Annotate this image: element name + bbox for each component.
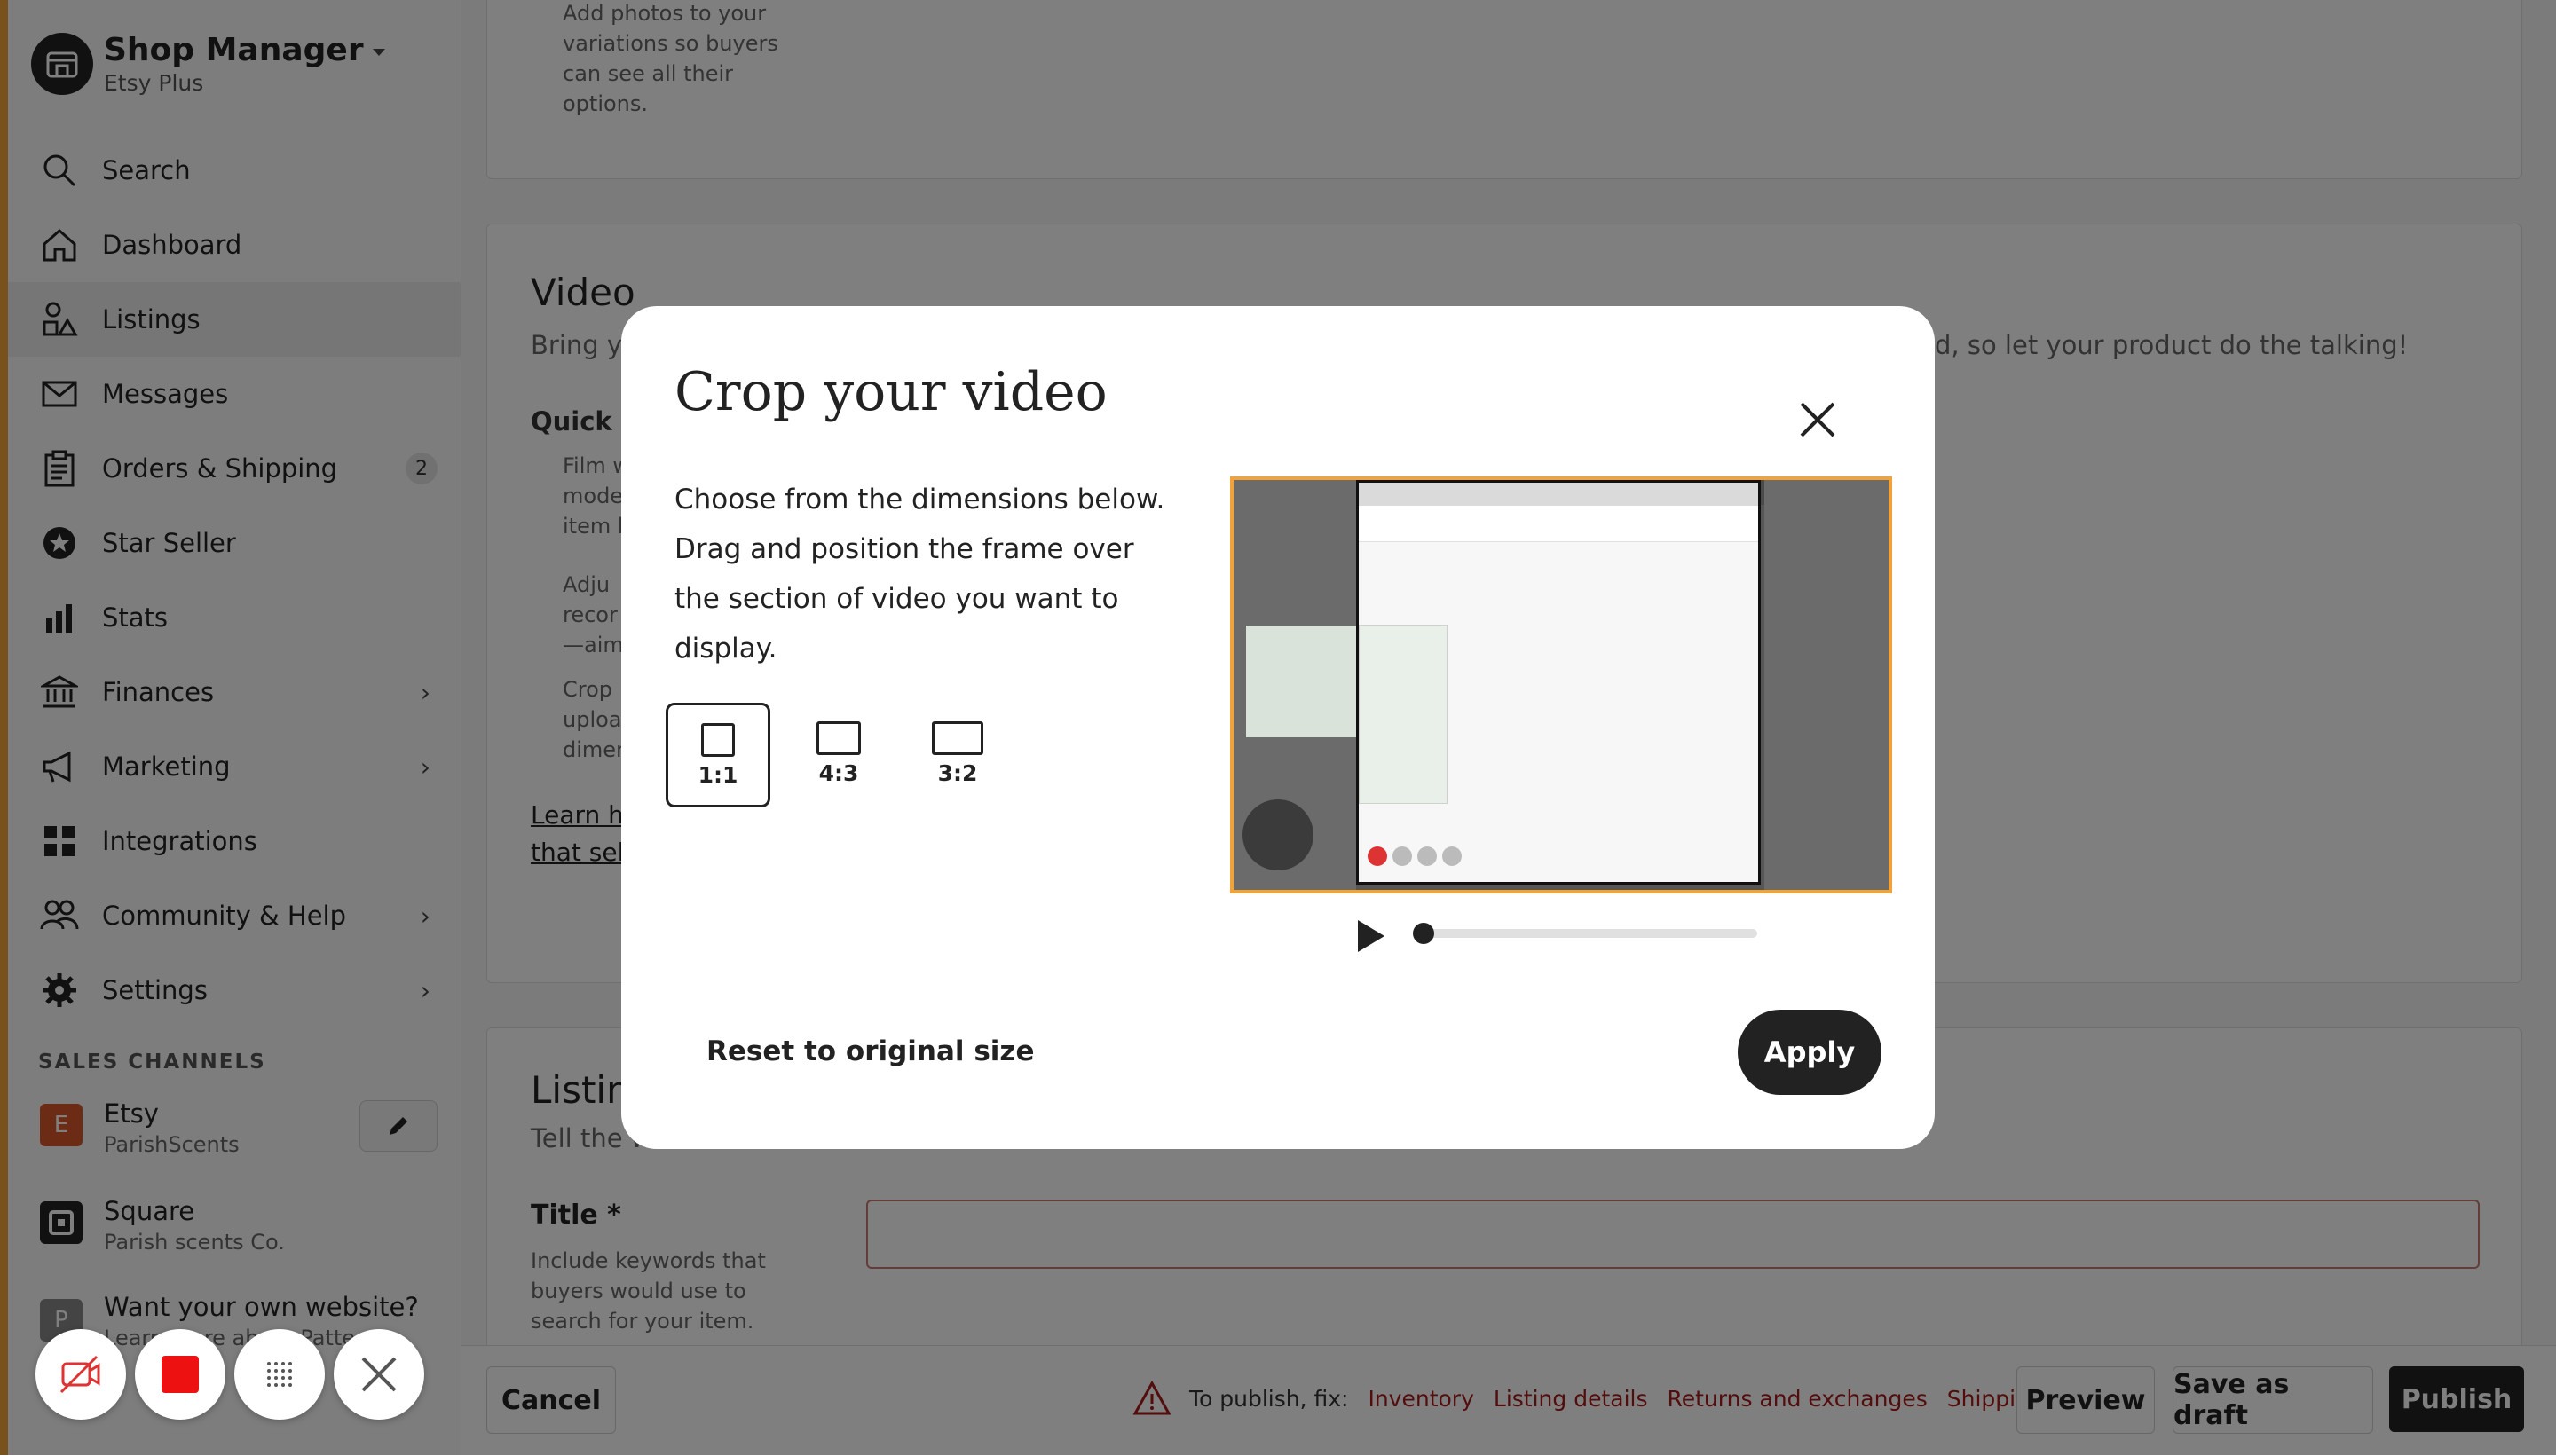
video-thumbnail xyxy=(1246,626,1356,737)
webcam-bubble xyxy=(1242,799,1314,870)
crop-frame-handle[interactable] xyxy=(1356,480,1761,885)
wide-ratio-icon xyxy=(932,720,983,755)
cropped-out-left xyxy=(1234,480,1356,890)
recorder-menu-button[interactable] xyxy=(234,1329,325,1420)
ratio-option-4-3[interactable]: 4:3 xyxy=(788,703,889,804)
video-player-controls xyxy=(1358,920,1757,952)
video-card-preview xyxy=(1359,625,1448,804)
camera-off-icon xyxy=(59,1355,100,1394)
scrubber-knob[interactable] xyxy=(1413,923,1434,944)
close-icon xyxy=(1800,402,1835,437)
recorder-close-button[interactable] xyxy=(334,1329,424,1420)
play-icon[interactable] xyxy=(1358,920,1384,952)
reset-size-button[interactable]: Reset to original size xyxy=(706,1035,1034,1067)
square-ratio-icon xyxy=(701,722,735,757)
modal-title: Crop your video xyxy=(674,361,1108,423)
cropped-out-right xyxy=(1764,480,1889,890)
ratio-option-1-1[interactable]: 1:1 xyxy=(666,703,770,807)
modal-description: Choose from the dimensions below. Drag a… xyxy=(674,484,1165,665)
ratio-label: 1:1 xyxy=(698,761,738,788)
video-scrubber[interactable] xyxy=(1422,929,1757,938)
stop-icon xyxy=(162,1356,199,1393)
apply-button[interactable]: Apply xyxy=(1738,1010,1882,1095)
landscape-ratio-icon xyxy=(816,720,861,755)
video-preview xyxy=(1230,476,1892,893)
close-modal-button[interactable] xyxy=(1793,395,1842,445)
dots-grid-icon xyxy=(267,1362,292,1387)
stop-recording-button[interactable] xyxy=(135,1329,225,1420)
ratio-label: 4:3 xyxy=(818,759,859,786)
ratio-option-3-2[interactable]: 3:2 xyxy=(907,703,1008,804)
camera-off-button[interactable] xyxy=(36,1329,126,1420)
crop-video-modal: Crop your video Choose from the dimensio… xyxy=(621,306,1935,1149)
close-icon xyxy=(361,1357,397,1392)
recorder-preview xyxy=(1368,846,1519,873)
ratio-label: 3:2 xyxy=(937,759,978,786)
